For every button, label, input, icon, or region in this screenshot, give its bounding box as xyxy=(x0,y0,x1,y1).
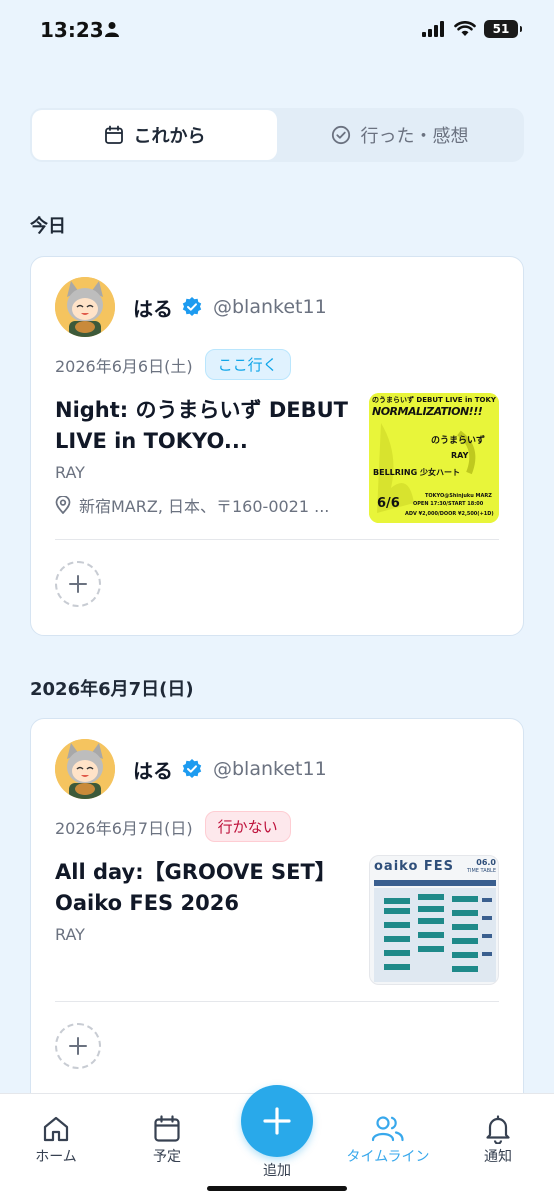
nav-home-label: ホーム xyxy=(35,1149,77,1165)
calendar-icon xyxy=(154,1115,180,1142)
tab-switcher: これから 行った・感想 xyxy=(30,108,524,162)
flyer-date: 06.0 xyxy=(476,858,496,867)
flyer-date: 6/6 xyxy=(377,496,400,511)
flyer-headline: NORMALIZATION!!! xyxy=(372,405,483,418)
flyer-act-2: RAY xyxy=(451,451,469,460)
plus-icon xyxy=(69,575,87,593)
nav-add-label: 追加 xyxy=(263,1163,291,1179)
flyer-top-line: のうまらいず DEBUT LIVE in TOKYO xyxy=(372,396,496,404)
flyer-venue-line: TOKYO@Shinjuku MARZ xyxy=(425,493,492,499)
flyer-price-line: ADV ¥2,000/DOOR ¥2,500(+1D) xyxy=(405,511,494,517)
venue-text: 新宿MARZ, 日本、〒160-0021 ... xyxy=(79,497,330,516)
bell-icon xyxy=(486,1115,510,1144)
cellular-signal-icon xyxy=(422,21,444,37)
date-row: 2026年6月6日(土) ここ行く xyxy=(55,349,291,380)
flyer-act-3: BELLRING 少女ハート xyxy=(373,468,460,477)
tab-upcoming-label: これから xyxy=(133,126,206,147)
battery-indicator: 51 xyxy=(484,20,522,38)
venue-row: 新宿MARZ, 日本、〒160-0021 ... xyxy=(55,493,329,517)
event-flyer-image[interactable]: oaiko FES 06.0 TIME TABLE xyxy=(369,855,499,985)
home-indicator xyxy=(207,1186,347,1191)
nav-notifications-label: 通知 xyxy=(484,1149,512,1165)
nav-timeline-label: タイムライン xyxy=(346,1149,430,1165)
card-divider xyxy=(55,539,499,540)
event-date: 2026年6月7日(日) xyxy=(55,818,193,838)
nav-notifications[interactable]: 通知 xyxy=(448,1114,548,1166)
calendar-icon xyxy=(104,125,123,144)
user-handle: @blanket11 xyxy=(213,296,327,318)
flyer-time-line: OPEN 17:30/START 18:00 xyxy=(413,501,484,507)
tab-past-label: 行った・感想 xyxy=(360,126,469,147)
flyer-subtitle: TIME TABLE xyxy=(466,868,496,874)
location-pin-icon xyxy=(55,496,71,514)
section-title-date: 2026年6月7日(日) xyxy=(30,679,194,700)
home-icon xyxy=(43,1116,69,1142)
wifi-icon xyxy=(454,21,476,36)
artist-name: RAY xyxy=(55,925,85,944)
status-indicators: 51 xyxy=(422,20,522,38)
status-time: 13:23 xyxy=(40,18,104,42)
event-card[interactable]: はる @blanket11 2026年6月6日(土) ここ行く Night: の… xyxy=(30,256,524,636)
nav-schedule[interactable]: 予定 xyxy=(117,1114,217,1166)
status-bar: 13:23 51 xyxy=(0,0,554,64)
add-event-button[interactable] xyxy=(241,1085,313,1157)
user-row: はる @blanket11 xyxy=(55,277,327,337)
event-title[interactable]: Night: のうまらいず DEBUT LIVE in TOKYO... xyxy=(55,395,355,457)
user-row: はる @blanket11 xyxy=(55,739,327,799)
add-comment-button[interactable] xyxy=(55,1023,101,1069)
event-flyer-image[interactable]: のうまらいず DEBUT LIVE in TOKYO NORMALIZATION… xyxy=(369,393,499,523)
card-divider xyxy=(55,1001,499,1002)
plus-icon xyxy=(69,1037,87,1055)
status-badge[interactable]: ここ行く xyxy=(204,349,291,380)
artist-name: RAY xyxy=(55,463,85,482)
users-icon xyxy=(371,1116,404,1142)
avatar[interactable] xyxy=(55,277,115,337)
event-title[interactable]: All day:【GROOVE SET】Oaiko FES 2026 xyxy=(55,857,345,919)
avatar[interactable] xyxy=(55,739,115,799)
date-row: 2026年6月7日(日) 行かない xyxy=(55,811,291,842)
verified-badge-icon xyxy=(182,297,202,316)
event-card[interactable]: はる @blanket11 2026年6月7日(日) 行かない All day:… xyxy=(30,718,524,1118)
add-comment-button[interactable] xyxy=(55,561,101,607)
user-name: はる xyxy=(133,758,173,783)
tab-past[interactable]: 行った・感想 xyxy=(277,110,522,160)
flyer-logo: oaiko FES xyxy=(374,859,455,874)
user-name: はる xyxy=(133,296,173,321)
plus-icon xyxy=(263,1107,291,1135)
verified-badge-icon xyxy=(182,759,202,778)
tab-upcoming[interactable]: これから xyxy=(32,110,277,160)
person-icon xyxy=(105,22,119,37)
check-circle-icon xyxy=(331,125,350,145)
nav-home[interactable]: ホーム xyxy=(6,1114,106,1166)
nav-schedule-label: 予定 xyxy=(153,1149,181,1165)
nav-timeline[interactable]: タイムライン xyxy=(338,1114,438,1166)
event-date: 2026年6月6日(土) xyxy=(55,356,193,376)
status-badge[interactable]: 行かない xyxy=(204,811,291,842)
user-handle: @blanket11 xyxy=(213,758,327,780)
flyer-act-1: のうまらいず xyxy=(431,436,486,446)
section-title-today: 今日 xyxy=(30,216,66,237)
